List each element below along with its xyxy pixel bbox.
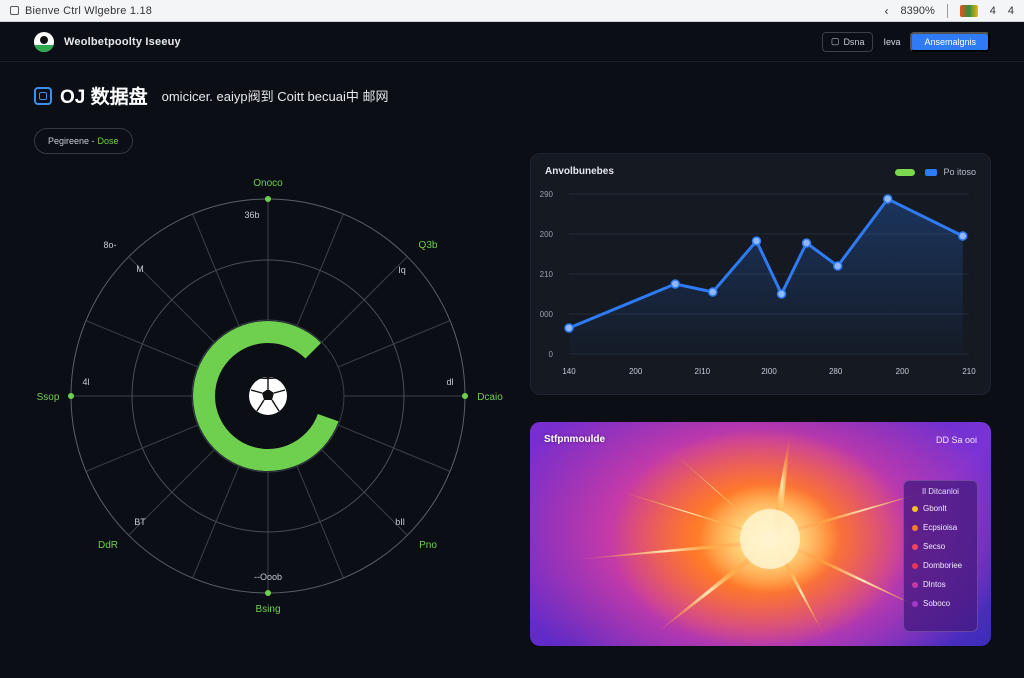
heatmap-legend-items: Gbonlt Ecpsioisa Secso Domboriee Dlntos Soboc… — [912, 504, 969, 608]
page-subtitle: omicicer. eaiyp阀到 Coitt becuai中 邮网 — [161, 89, 389, 104]
line-point[interactable] — [883, 194, 893, 204]
line-chart-area — [569, 199, 963, 354]
heatmap-legend-item[interactable]: Secso — [912, 542, 969, 551]
heatmap-legend-item[interactable]: Dlntos — [912, 580, 969, 589]
radial-chart: Onoco 36b 8o- M Q3b Iq Ssop 4l Dcaio dl … — [0, 160, 520, 630]
legend-dot-icon — [912, 543, 918, 550]
heatmap-legend: Il Ditcanloi Gbonlt Ecpsioisa Secso Dombori… — [903, 480, 978, 632]
filter-chip-value: Dose — [97, 136, 119, 146]
line-chart-svg: 0000210200290 140 200 2I10 2I00 280 200 210 — [540, 190, 977, 376]
y-tick-label: 000 — [540, 310, 554, 319]
label-right: Dcaio — [477, 392, 503, 403]
toolbar-divider — [946, 3, 948, 18]
legend-dot-icon — [912, 524, 918, 531]
legend-dot-icon — [912, 505, 918, 512]
legend-dot-icon — [912, 581, 918, 588]
heatmap-title: Stfpnmoulde — [544, 434, 606, 445]
y-tick-label: 290 — [540, 190, 554, 199]
dashboard-icon — [34, 86, 52, 105]
soccer-logo-icon[interactable] — [34, 31, 54, 52]
heatmap-tag[interactable]: DD Sa ooi — [936, 435, 977, 445]
label-right-inner: dl — [446, 377, 453, 387]
left-marker — [68, 393, 74, 399]
line-point[interactable] — [801, 238, 812, 248]
line-chart-x-ticks: 140 200 2I10 2I00 280 200 210 — [562, 367, 976, 376]
heatmap-legend-label: Gbonlt — [923, 504, 947, 513]
line-chart-card: Anvolbunebes Po itoso 0 000 210 200 290 140 2… — [530, 153, 991, 395]
x-tick-label: 280 — [829, 367, 843, 376]
heatmap-legend-label: Dlntos — [923, 580, 946, 589]
line-point[interactable] — [670, 279, 680, 289]
page-title-row: OJ 数据盘 omicicer. eaiyp阀到 Coitt becuai中 邮… — [34, 82, 388, 109]
line-point[interactable] — [833, 261, 843, 271]
radial-svg: Onoco 36b 8o- M Q3b Iq Ssop 4l Dcaio dl … — [37, 178, 504, 615]
filter-chip[interactable]: Pegireene - Dose — [34, 128, 133, 154]
label-top-left-inner: M — [136, 264, 144, 274]
back-chevron-icon[interactable]: ‹ — [884, 4, 888, 18]
text-button[interactable]: Ieva — [883, 37, 900, 47]
page-title: OJ 数据盘 — [60, 87, 148, 108]
label-top-left: 8o- — [103, 240, 116, 250]
legend-dot-icon — [912, 562, 918, 569]
heatmap-card: Stfpnmoulde DD Sa ooi Il Ditcanloi Gbonl… — [530, 422, 991, 646]
extension-icon[interactable] — [959, 4, 978, 17]
label-top-right: Q3b — [419, 240, 438, 251]
heatmap-legend-label: Secso — [923, 542, 946, 551]
heatmap-legend-item[interactable]: Ecpsioisa — [912, 523, 969, 532]
line-point[interactable] — [751, 236, 762, 246]
label-left-inner: 4l — [82, 377, 89, 387]
y-tick-label: 200 — [540, 230, 554, 239]
outline-button-label: Dsna — [843, 36, 865, 47]
label-bottom-right-inner: bIl — [395, 517, 405, 527]
doc-icon: ▢ — [830, 36, 840, 46]
primary-button[interactable]: Ansemalgnis — [910, 31, 990, 52]
label-bottom-right: Pno — [419, 540, 437, 551]
label-left: Ssop — [37, 392, 60, 403]
label-top-right-inner: Iq — [398, 265, 406, 275]
line-chart-y-ticks: 0000210200290 — [540, 190, 554, 359]
label-bottom-inner: --Ooob — [254, 572, 282, 582]
line-point[interactable] — [708, 287, 718, 297]
line-point[interactable] — [776, 289, 787, 299]
heatmap-legend-label: Soboco — [923, 599, 951, 608]
label-top: Onoco — [253, 178, 283, 189]
x-tick-label: 210 — [962, 367, 976, 376]
browser-tab-title[interactable]: Bienve Ctrl Wlgebre 1.18 — [25, 5, 884, 17]
brand-name[interactable]: Weolbetpoolty Iseeuy — [64, 36, 181, 48]
heatmap-legend-item[interactable]: Domboriee — [912, 561, 969, 570]
heatmap-legend-label: Ecpsioisa — [923, 523, 958, 532]
y-tick-label: 0 — [549, 350, 554, 359]
x-tick-label: 2I00 — [761, 367, 777, 376]
x-tick-label: 200 — [896, 367, 910, 376]
legend-dot-icon — [912, 600, 918, 607]
heatmap-legend-label: Domboriee — [923, 561, 963, 570]
label-bottom: Bsing — [255, 604, 280, 615]
heatmap-legend-item[interactable]: Gbonlt — [912, 504, 969, 513]
filter-chip-label: Pegireene - — [48, 136, 95, 146]
x-tick-label: 140 — [562, 367, 576, 376]
line-point[interactable] — [564, 323, 574, 333]
y-tick-label: 210 — [540, 270, 554, 279]
x-tick-label: 2I10 — [695, 367, 711, 376]
bottom-marker — [265, 590, 271, 596]
tab-favicon-icon — [10, 6, 19, 15]
heatmap-legend-item[interactable]: Soboco — [912, 599, 969, 608]
menu-a[interactable]: 4 — [990, 5, 996, 17]
label-bottom-left: DdR — [98, 540, 118, 551]
line-point[interactable] — [958, 231, 968, 241]
menu-b[interactable]: 4 — [1008, 5, 1014, 17]
x-tick-label: 200 — [629, 367, 643, 376]
label-top-inner: 36b — [244, 210, 259, 220]
right-marker — [462, 393, 468, 399]
label-bottom-left-inner: BT — [134, 517, 146, 527]
heatmap-legend-head: Il Ditcanloi — [922, 487, 959, 496]
browser-toolbar: Bienve Ctrl Wlgebre 1.18 ‹ 8390% 4 4 — [0, 0, 1024, 22]
outline-button[interactable]: ▢ Dsna — [821, 31, 874, 52]
zoom-readout: 8390% — [900, 4, 935, 17]
app-header: Weolbetpoolty Iseeuy ▢ Dsna Ieva Ansemal… — [0, 22, 1024, 62]
top-marker — [265, 196, 271, 202]
